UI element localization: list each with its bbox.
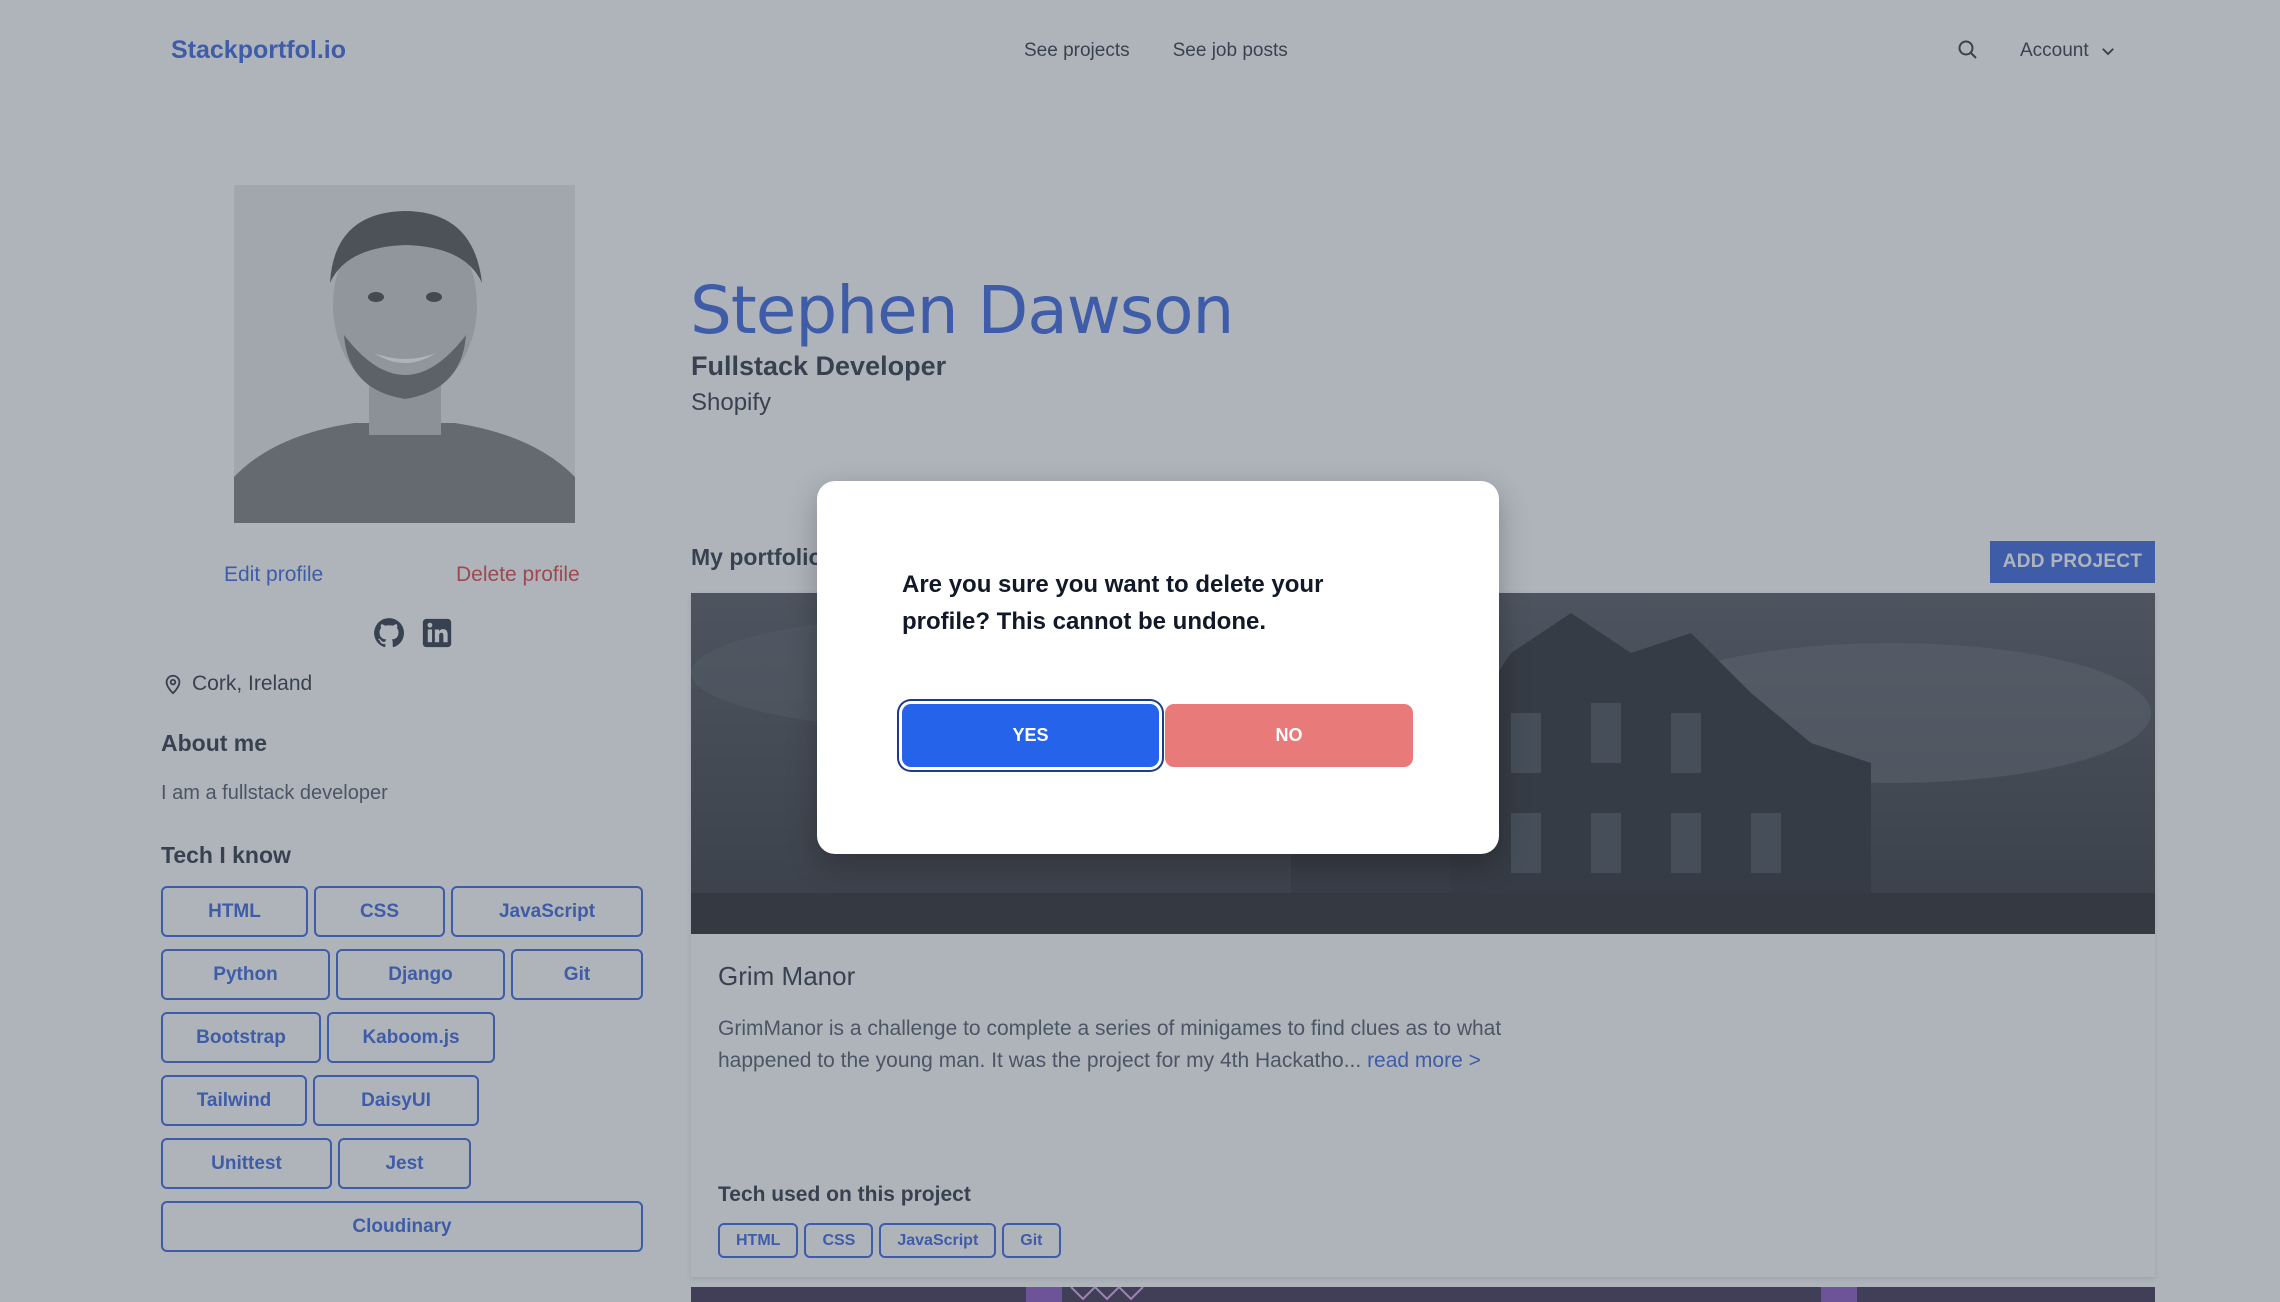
- dialog-message: Are you sure you want to delete your pro…: [902, 571, 1324, 635]
- delete-confirm-dialog: Are you sure you want to delete your pro…: [817, 481, 1499, 854]
- confirm-yes-button[interactable]: YES: [902, 704, 1159, 767]
- confirm-no-button[interactable]: NO: [1165, 704, 1413, 767]
